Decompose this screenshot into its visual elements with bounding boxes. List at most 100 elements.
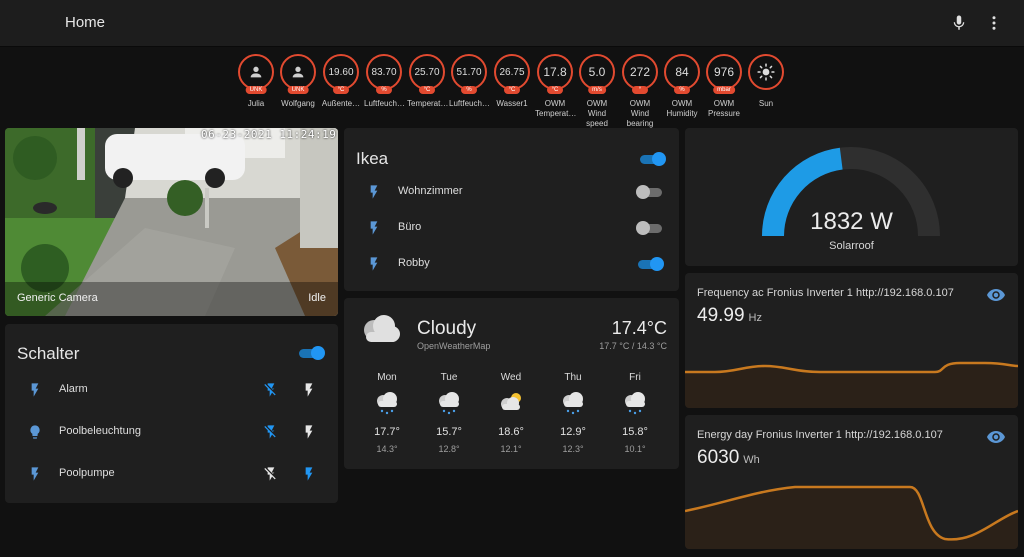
badge-label: Wasser1	[496, 99, 528, 108]
weather-source: OpenWeatherMap	[417, 341, 491, 351]
entity-name: Wohnzimmer	[398, 185, 463, 197]
badge-person-wolfgang[interactable]: UNK Wolfgang	[278, 54, 318, 109]
flash-icon[interactable]	[301, 465, 317, 483]
wohnzimmer-toggle[interactable]	[636, 185, 664, 199]
schalter-master-toggle[interactable]	[297, 346, 325, 360]
card-title: Schalter	[17, 344, 80, 363]
flash-icon[interactable]	[301, 381, 317, 399]
card-title: Ikea	[356, 149, 389, 168]
eye-icon[interactable]	[987, 430, 1005, 444]
badge-sensor[interactable]: 83.70% Luftfeuch…	[364, 54, 405, 109]
forecast-high: 17.7°	[374, 426, 400, 438]
forecast-day-label: Wed	[500, 372, 522, 383]
badge-sensor[interactable]: 84% OWM Humidity	[662, 54, 702, 119]
forecast-day-label: Tue	[440, 372, 458, 383]
badge-value: 272	[629, 65, 651, 79]
badge-unit: UNK	[245, 86, 267, 94]
flash-off-icon[interactable]	[263, 465, 279, 483]
badge-person-julia[interactable]: UNK Julia	[236, 54, 276, 109]
sensor-unit: Wh	[743, 454, 760, 466]
badge-sensor[interactable]: 272 ° OWM Wind bearing	[620, 54, 660, 129]
badge-value: 84	[675, 65, 689, 79]
camera-card[interactable]: 06-23-2021 11:24:19 Generic Camera Idle	[5, 128, 338, 316]
forecast-low: 10.1°	[624, 444, 646, 454]
eye-icon[interactable]	[987, 288, 1005, 302]
sensor-history-graph	[685, 485, 1018, 549]
badge-unit: °C	[547, 86, 563, 94]
robby-toggle[interactable]	[636, 257, 664, 271]
badge-label: Sun	[758, 99, 774, 108]
badge-label: Temperat…	[407, 99, 449, 108]
entity-name: Alarm	[59, 383, 88, 395]
badge-label: OWM Humidity	[666, 99, 698, 118]
entity-name: Büro	[398, 221, 422, 233]
ikea-card: Ikea Wohnzimmer Büro Robby	[344, 128, 679, 291]
entity-name: Robby	[398, 257, 430, 269]
badge-label: Luftfeuch…	[364, 99, 405, 108]
badge-sensor[interactable]: 19.60 °C Außente…	[321, 54, 361, 109]
account-icon	[292, 66, 304, 78]
badge-sensor[interactable]: 26.75 °C Wasser1	[492, 54, 532, 109]
badge-sensor[interactable]: 51.70% Luftfeuch…	[449, 54, 490, 109]
badge-unit: °C	[504, 86, 520, 94]
flash-icon	[31, 383, 39, 397]
badge-unit: °C	[333, 86, 349, 94]
sensor-value: 49.99	[697, 305, 745, 326]
badge-label: OWM Pressure	[707, 99, 740, 118]
forecast-low: 12.1°	[500, 444, 522, 454]
badge-value: 83.70	[371, 66, 397, 78]
entity-row-poolbeleuchtung: Poolbeleuchtung	[5, 414, 338, 450]
forecast-high: 15.8°	[622, 426, 648, 438]
forecast-day: Wed 18.6° 12.1°	[486, 372, 536, 454]
badge-unit: %	[674, 86, 690, 94]
weather-hilo: 17.7 °C / 14.3 °C	[599, 341, 667, 351]
sensor-value-line: 6030 Wh	[697, 447, 760, 469]
camera-state: Idle	[308, 292, 326, 304]
badge-sensor[interactable]: 5.0 m/s OWM Wind speed	[577, 54, 617, 129]
flash-icon	[370, 185, 378, 199]
snowy-rainy-icon	[625, 392, 645, 415]
badge-value: 26.75	[499, 66, 525, 78]
camera-name: Generic Camera	[17, 292, 98, 304]
badge-unit: %	[461, 86, 477, 94]
flash-off-icon[interactable]	[263, 381, 279, 399]
snowy-rainy-icon	[439, 392, 459, 415]
badge-label: OWM Wind speed	[586, 99, 608, 128]
badge-sensor[interactable]: 976 mbar OWM Pressure	[704, 54, 744, 119]
buero-toggle[interactable]	[636, 221, 664, 235]
partly-cloudy-icon	[501, 393, 521, 410]
entity-row-alarm: Alarm	[5, 372, 338, 408]
cloudy-icon	[364, 315, 400, 342]
badge-value: 5.0	[588, 65, 606, 79]
microphone-icon[interactable]	[950, 13, 968, 33]
badge-sensor[interactable]: 17.8 °C OWM Temperat…	[535, 54, 576, 119]
badge-sun[interactable]: Sun	[746, 54, 786, 109]
weather-temperature: 17.4°C	[611, 318, 667, 338]
snowy-rainy-icon	[563, 392, 583, 415]
forecast-high: 15.7°	[436, 426, 462, 438]
badge-sensor[interactable]: 25.70 °C Temperat…	[407, 54, 449, 109]
sun-icon	[757, 63, 775, 81]
entity-name: Poolpumpe	[59, 467, 115, 479]
badge-unit: mbar	[713, 86, 735, 94]
badge-label: Julia	[247, 99, 265, 108]
camera-timestamp: 06-23-2021 11:24:19	[201, 128, 337, 141]
dots-vertical-icon[interactable]	[985, 13, 1003, 33]
badge-unit: m/s	[588, 86, 606, 94]
forecast-low: 12.3°	[562, 444, 584, 454]
forecast-day-label: Mon	[377, 372, 397, 383]
badge-value: 17.8	[543, 65, 567, 79]
solar-gauge-card[interactable]: 1832 W Solarroof	[685, 128, 1018, 266]
ikea-master-toggle[interactable]	[638, 152, 666, 166]
flash-icon[interactable]	[301, 423, 317, 441]
forecast-day: Fri 15.8° 10.1°	[610, 372, 660, 454]
flash-icon	[31, 467, 39, 481]
sensor-card-energy[interactable]: Energy day Fronius Inverter 1 http://192…	[685, 415, 1018, 549]
weather-card[interactable]: Cloudy OpenWeatherMap 17.4°C 17.7 °C / 1…	[344, 298, 679, 469]
gauge-value: 1832 W	[810, 208, 893, 235]
flash-off-icon[interactable]	[263, 423, 279, 441]
sensor-history-graph	[685, 361, 1018, 408]
entity-row-wohnzimmer: Wohnzimmer	[344, 174, 679, 210]
forecast-day-label: Fri	[629, 372, 641, 383]
sensor-card-frequency[interactable]: Frequency ac Fronius Inverter 1 http://1…	[685, 273, 1018, 408]
